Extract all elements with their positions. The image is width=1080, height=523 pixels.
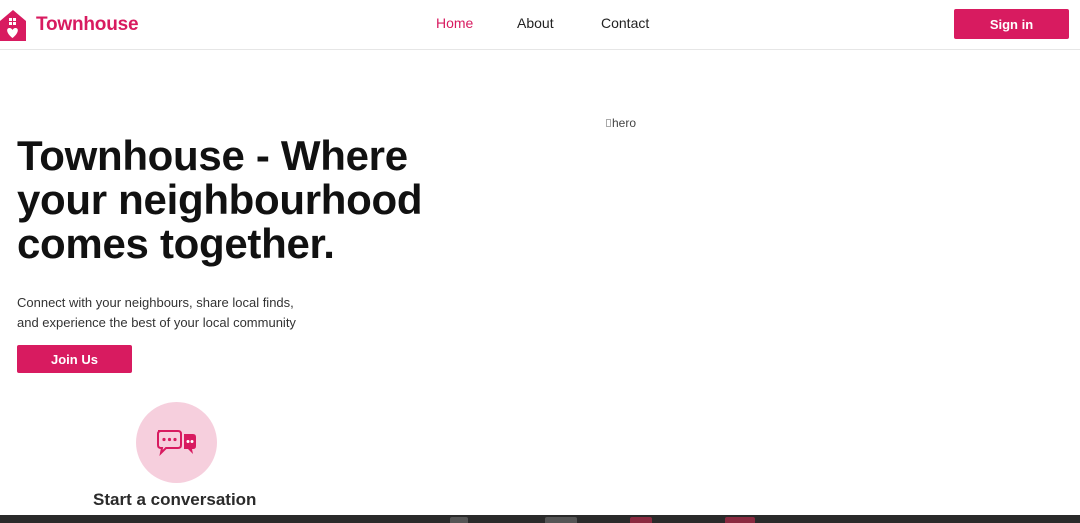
feature-title: Start a conversation <box>93 490 257 509</box>
sign-in-button[interactable]: Sign in <box>954 9 1069 39</box>
chat-bubbles-icon <box>156 429 196 456</box>
nav-contact-link[interactable]: Contact <box>601 15 649 31</box>
hero-subtitle-line-2: and experience the best of your local co… <box>17 315 296 330</box>
nav-about-link[interactable]: About <box>517 15 554 31</box>
main-nav: Home About Contact <box>0 15 1080 35</box>
taskbar-item[interactable] <box>545 517 577 523</box>
taskbar-item[interactable] <box>450 517 468 523</box>
hero-title: Townhouse - Where your neighbourhood com… <box>17 132 423 267</box>
broken-image-icon <box>606 119 611 127</box>
hero-image-broken: hero <box>606 114 666 132</box>
taskbar-item[interactable] <box>630 517 652 523</box>
join-us-button[interactable]: Join Us <box>17 345 132 373</box>
nav-home-link[interactable]: Home <box>436 15 473 31</box>
taskbar-item[interactable] <box>725 517 755 523</box>
os-taskbar <box>0 515 1080 523</box>
feature-card-start-conversation: Start a conversation <box>90 402 262 523</box>
feature-icon-circle <box>136 402 217 483</box>
hero-image-alt-text: hero <box>612 116 637 130</box>
hero-subtitle-line-1: Connect with your neighbours, share loca… <box>17 295 294 310</box>
hero-subtitle: Connect with your neighbours, share loca… <box>17 293 347 333</box>
top-navbar: Townhouse Home About Contact Sign in <box>0 0 1080 50</box>
